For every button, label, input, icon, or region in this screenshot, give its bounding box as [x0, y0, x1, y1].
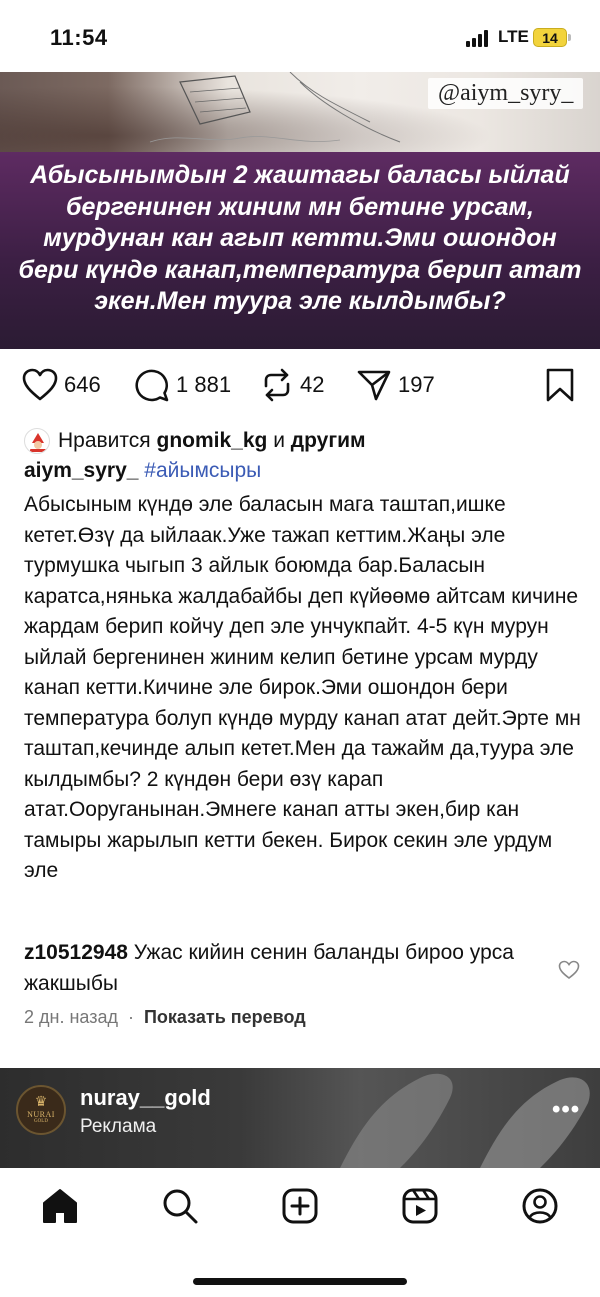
- home-icon: [43, 1189, 77, 1223]
- ad-sponsored-label: Реклама: [80, 1116, 157, 1137]
- nav-create[interactable]: [280, 1186, 320, 1226]
- create-icon: [282, 1188, 318, 1224]
- status-bar: 11:54 LTE 14: [0, 0, 600, 72]
- comment-button[interactable]: 1 881: [134, 368, 231, 402]
- translate-button[interactable]: Показать перевод: [144, 1007, 306, 1028]
- post-image[interactable]: @aiym_syry_ Абысынымдын 2 жаштагы баласы…: [0, 72, 600, 349]
- caption-header: aiym_syry_ #айымсыры: [24, 459, 261, 483]
- post-time: 2 дн. назад: [24, 1007, 118, 1027]
- battery-icon: 14: [533, 28, 567, 47]
- search-icon: [163, 1189, 198, 1224]
- comment-icon: [135, 369, 169, 402]
- nav-reels[interactable]: [400, 1186, 440, 1226]
- hashtag-link[interactable]: #айымсыры: [144, 459, 261, 482]
- gnome-logo-icon: [30, 433, 46, 452]
- post-meta: 2 дн. назад · Показать перевод: [24, 1007, 306, 1028]
- bookmark-icon: [546, 368, 574, 402]
- comment-count: 1 881: [176, 372, 232, 397]
- share-button[interactable]: 197: [356, 368, 435, 402]
- heart-icon: [22, 368, 58, 401]
- sketch-drawing: [149, 72, 401, 143]
- brand-logo-name: NURAI: [27, 1110, 55, 1119]
- reels-icon: [402, 1188, 438, 1224]
- status-time: 11:54: [50, 25, 108, 50]
- profile-icon: [522, 1188, 558, 1224]
- like-count: 646: [64, 372, 101, 397]
- author-username[interactable]: aiym_syry_: [24, 459, 138, 482]
- meta-separator: ·: [127, 1007, 134, 1027]
- likes-summary[interactable]: Нравится gnomik_kg и другим: [24, 426, 366, 456]
- likes-connector: и: [273, 429, 285, 452]
- repost-count: 42: [300, 372, 325, 397]
- nav-search[interactable]: [160, 1186, 200, 1226]
- comment-heart-icon[interactable]: [558, 960, 580, 980]
- comment-username[interactable]: z10512948: [24, 941, 128, 964]
- brand-logo-icon: ♛: [34, 1095, 48, 1110]
- save-button[interactable]: [545, 368, 575, 402]
- ad-avatar[interactable]: ♛ NURAI GOLD: [16, 1085, 66, 1135]
- network-type: LTE: [498, 27, 529, 46]
- liker-avatar[interactable]: [24, 428, 50, 454]
- battery-level: 14: [542, 30, 558, 46]
- nav-profile[interactable]: [520, 1186, 560, 1226]
- nav-home[interactable]: [40, 1186, 80, 1226]
- watermark: @aiym_syry_: [428, 78, 584, 109]
- repost-button[interactable]: 42: [260, 368, 324, 402]
- ad-username[interactable]: nuray__gold: [80, 1085, 211, 1111]
- caption-text: Абысыным күндө эле баласын мага таштап,и…: [24, 493, 581, 882]
- battery-cap: [568, 34, 571, 41]
- liker-username[interactable]: gnomik_kg: [157, 429, 268, 453]
- signal-icon: [466, 30, 492, 47]
- more-options-icon[interactable]: •••: [552, 1096, 580, 1124]
- send-icon: [357, 370, 391, 401]
- image-caption-text: Абысынымдын 2 жаштагы баласы ыйлай берге…: [0, 152, 600, 349]
- likes-prefix: Нравится: [58, 429, 151, 452]
- action-bar: 646 1 881 42 197: [0, 362, 600, 410]
- like-button[interactable]: 646: [22, 368, 101, 402]
- home-indicator[interactable]: [193, 1278, 407, 1285]
- comment-item: z10512948 Ужас кийин сенин баланды бироо…: [24, 938, 544, 999]
- ad-header[interactable]: ♛ NURAI GOLD nuray__gold Реклама •••: [0, 1068, 600, 1168]
- likes-others[interactable]: другим: [291, 429, 366, 453]
- brand-logo-sub: GOLD: [34, 1119, 48, 1124]
- repost-icon: [264, 368, 290, 402]
- bottom-nav: [0, 1168, 600, 1297]
- share-count: 197: [398, 372, 435, 397]
